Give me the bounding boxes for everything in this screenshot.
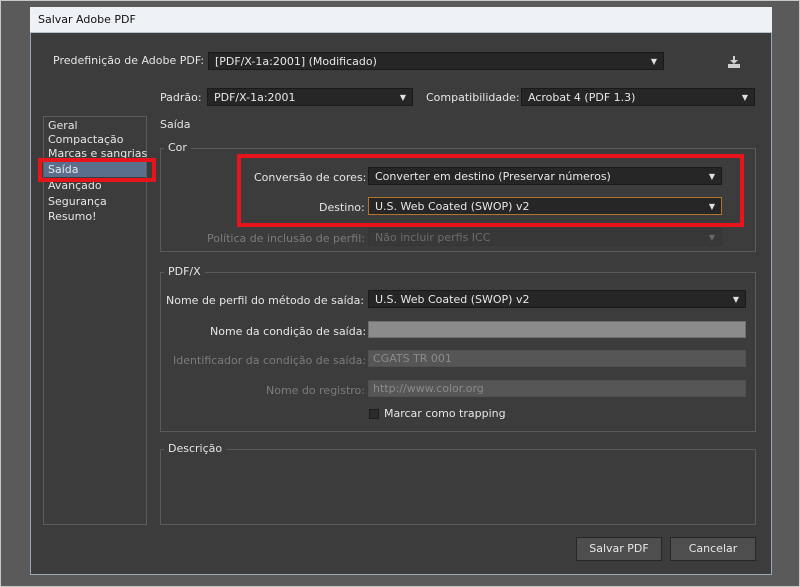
profile-policy-label: Política de inclusão de perfil:	[207, 232, 365, 245]
sidebar-item-security[interactable]: Segurança	[48, 195, 107, 209]
preset-value: [PDF/X-1a:2001] (Modificado)	[215, 55, 377, 68]
sidebar-item-compression[interactable]: Compactação	[48, 133, 123, 147]
output-intent-value: U.S. Web Coated (SWOP) v2	[375, 293, 530, 306]
pdfx-group-title: PDF/X	[164, 265, 205, 278]
save-preset-icon[interactable]	[726, 54, 742, 70]
chevron-down-icon: ▼	[741, 93, 748, 102]
compat-label: Compatibilidade:	[426, 91, 520, 104]
window-title: Salvar Adobe PDF	[38, 13, 136, 26]
description-group-title: Descrição	[164, 442, 227, 455]
preset-label: Predefinição de Adobe PDF:	[53, 54, 205, 67]
preset-dropdown[interactable]: [PDF/X-1a:2001] (Modificado) ▼	[208, 52, 664, 70]
condition-id-label: Identificador da condição de saída:	[173, 354, 367, 367]
trapping-label: Marcar como trapping	[384, 407, 506, 420]
chevron-down-icon: ▼	[399, 93, 406, 102]
registry-field[interactable]: http://www.color.org	[368, 380, 746, 397]
title-bar	[30, 7, 772, 33]
standard-dropdown[interactable]: PDF/X-1a:2001 ▼	[207, 88, 413, 106]
output-intent-dropdown[interactable]: U.S. Web Coated (SWOP) v2 ▼	[368, 290, 746, 308]
color-group-title: Cor	[164, 141, 191, 154]
profile-policy-value: Não incluir perfis ICC	[375, 231, 491, 244]
sidebar-item-summary[interactable]: Resumo!	[48, 210, 96, 224]
condition-name-label: Nome da condição de saída:	[210, 325, 367, 338]
compat-value: Acrobat 4 (PDF 1.3)	[528, 91, 636, 104]
chevron-down-icon: ▼	[732, 295, 739, 304]
condition-id-field[interactable]: CGATS TR 001	[368, 350, 746, 367]
cancel-button[interactable]: Cancelar	[670, 537, 756, 561]
sidebar-item-general[interactable]: Geral	[48, 119, 78, 133]
description-group	[160, 449, 756, 525]
save-pdf-button[interactable]: Salvar PDF	[576, 537, 662, 561]
chevron-down-icon: ▼	[708, 233, 715, 242]
compat-dropdown[interactable]: Acrobat 4 (PDF 1.3) ▼	[521, 88, 755, 106]
standard-value: PDF/X-1a:2001	[214, 91, 296, 104]
profile-policy-dropdown[interactable]: Não incluir perfis ICC ▼	[368, 228, 722, 246]
highlight-color-conversion	[237, 154, 744, 227]
chevron-down-icon: ▼	[650, 57, 657, 66]
condition-name-field[interactable]	[368, 321, 746, 338]
standard-label: Padrão:	[160, 91, 202, 104]
highlight-sidebar-output	[38, 158, 156, 182]
registry-label: Nome do registro:	[266, 384, 365, 397]
section-title: Saída	[160, 118, 191, 131]
output-intent-label: Nome de perfil do método de saída:	[166, 294, 365, 307]
trapping-checkbox[interactable]	[369, 409, 379, 419]
